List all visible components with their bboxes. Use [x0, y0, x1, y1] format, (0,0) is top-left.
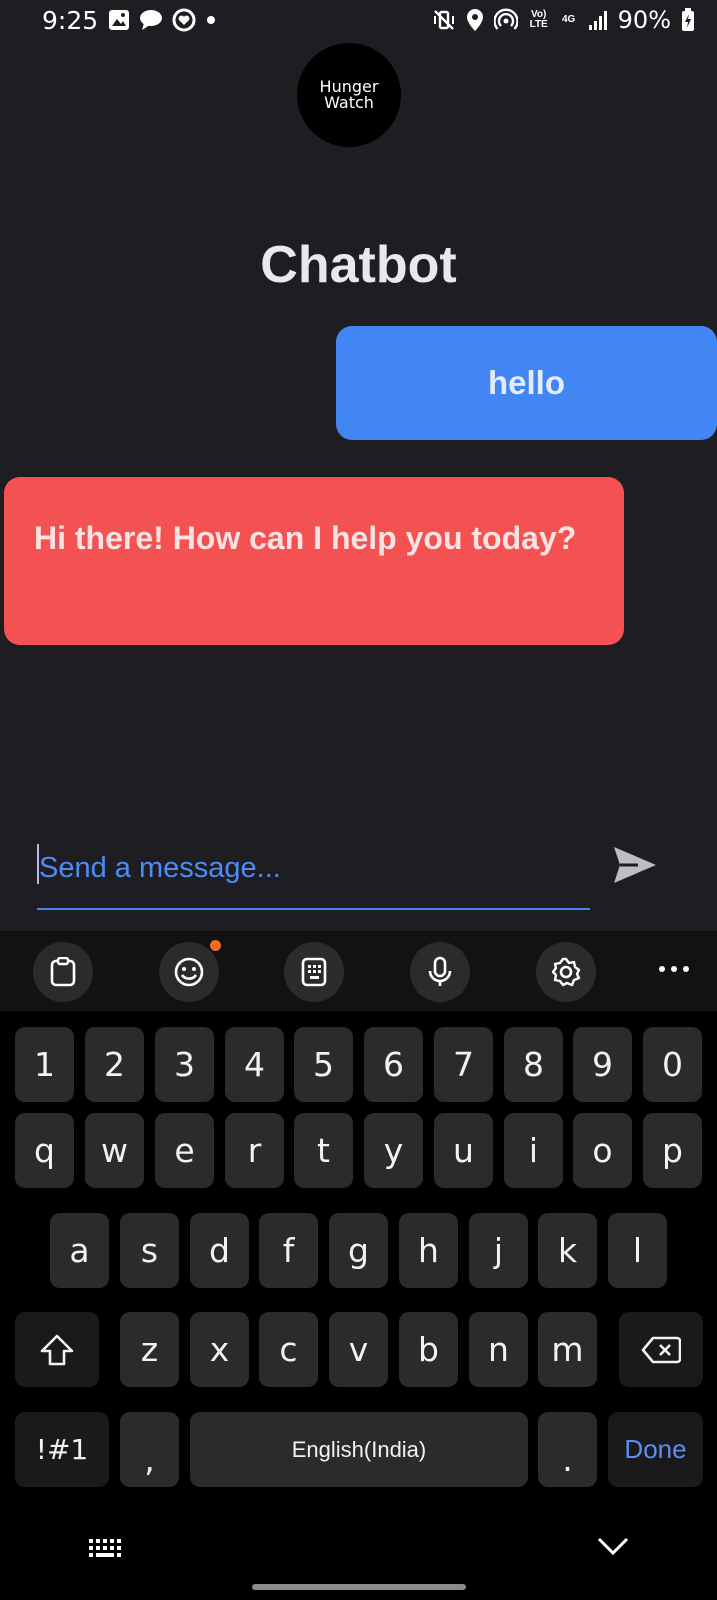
- symbols-key[interactable]: !#1: [15, 1412, 109, 1487]
- key-s[interactable]: s: [120, 1213, 179, 1288]
- key-i[interactable]: i: [504, 1113, 563, 1188]
- chat-bubble-icon: [140, 10, 162, 30]
- key-8[interactable]: 8: [504, 1027, 563, 1102]
- logo-line-2: Watch: [324, 93, 374, 112]
- message-input-container: [37, 838, 590, 910]
- key-k[interactable]: k: [538, 1213, 597, 1288]
- key-5[interactable]: 5: [294, 1027, 353, 1102]
- clipboard-icon[interactable]: [33, 942, 93, 1002]
- keypad-icon[interactable]: [284, 942, 344, 1002]
- key-p[interactable]: p: [643, 1113, 702, 1188]
- send-icon[interactable]: [612, 845, 658, 885]
- text-caret: [37, 844, 39, 884]
- signal-icon: [588, 11, 607, 30]
- message-input[interactable]: [37, 838, 590, 898]
- backspace-key[interactable]: [619, 1312, 703, 1387]
- key-r[interactable]: r: [225, 1113, 284, 1188]
- key-6[interactable]: 6: [364, 1027, 423, 1102]
- comma-key[interactable]: ,: [120, 1412, 179, 1487]
- microphone-icon[interactable]: [410, 942, 470, 1002]
- key-9[interactable]: 9: [573, 1027, 632, 1102]
- user-message-bubble: hello: [336, 326, 717, 440]
- key-t[interactable]: t: [294, 1113, 353, 1188]
- period-key[interactable]: .: [538, 1412, 597, 1487]
- key-7[interactable]: 7: [434, 1027, 493, 1102]
- battery-percent: 90%: [617, 6, 671, 34]
- heart-circle-icon: [172, 8, 196, 32]
- key-c[interactable]: c: [259, 1312, 318, 1387]
- key-a[interactable]: a: [50, 1213, 109, 1288]
- emoji-icon[interactable]: [159, 940, 221, 1002]
- key-z[interactable]: z: [120, 1312, 179, 1387]
- key-d[interactable]: d: [190, 1213, 249, 1288]
- chatbot-screen: 9:25 Vo) LTE 4G 90% Hunger Watch Chatbot…: [0, 0, 717, 1600]
- status-bar: 9:25 Vo) LTE 4G 90%: [0, 0, 717, 44]
- gallery-icon: [109, 10, 129, 30]
- notification-icons: [108, 8, 217, 32]
- notification-dot: [210, 940, 221, 951]
- key-o[interactable]: o: [573, 1113, 632, 1188]
- key-u[interactable]: u: [434, 1113, 493, 1188]
- more-icon[interactable]: [659, 959, 689, 979]
- volte-indicator: Vo) LTE: [529, 9, 548, 30]
- key-b[interactable]: b: [399, 1312, 458, 1387]
- key-l[interactable]: l: [608, 1213, 667, 1288]
- battery-charging-icon: [682, 8, 694, 31]
- hotspot-icon: [493, 8, 518, 30]
- key-h[interactable]: h: [399, 1213, 458, 1288]
- shift-icon: [40, 1334, 74, 1365]
- key-g[interactable]: g: [329, 1213, 388, 1288]
- status-indicators: Vo) LTE 4G 90%: [432, 6, 695, 34]
- key-m[interactable]: m: [538, 1312, 597, 1387]
- status-time: 9:25: [42, 6, 99, 35]
- space-key[interactable]: English(India): [190, 1412, 528, 1487]
- shift-key[interactable]: [15, 1312, 99, 1387]
- page-title: Chatbot: [260, 236, 457, 294]
- hungerwatch-logo: Hunger Watch: [297, 43, 401, 147]
- key-e[interactable]: e: [155, 1113, 214, 1188]
- key-w[interactable]: w: [85, 1113, 144, 1188]
- key-4[interactable]: 4: [225, 1027, 284, 1102]
- backspace-icon: [641, 1336, 681, 1363]
- bot-message-bubble: Hi there! How can I help you today?: [4, 477, 624, 645]
- key-n[interactable]: n: [469, 1312, 528, 1387]
- chevron-down-icon[interactable]: [596, 1535, 630, 1557]
- location-icon: [466, 9, 483, 31]
- key-y[interactable]: y: [364, 1113, 423, 1188]
- key-x[interactable]: x: [190, 1312, 249, 1387]
- settings-icon[interactable]: [536, 942, 596, 1002]
- key-3[interactable]: 3: [155, 1027, 214, 1102]
- dot-icon: [207, 16, 215, 24]
- key-2[interactable]: 2: [85, 1027, 144, 1102]
- home-indicator[interactable]: [252, 1584, 466, 1590]
- network-indicator: 4G: [561, 14, 576, 25]
- mute-vibrate-icon: [433, 10, 454, 30]
- done-key[interactable]: Done: [608, 1412, 703, 1487]
- key-j[interactable]: j: [469, 1213, 528, 1288]
- key-1[interactable]: 1: [15, 1027, 74, 1102]
- key-v[interactable]: v: [329, 1312, 388, 1387]
- keyboard-switch-icon[interactable]: [88, 1538, 124, 1560]
- key-0[interactable]: 0: [643, 1027, 702, 1102]
- key-f[interactable]: f: [259, 1213, 318, 1288]
- keyboard-toolbar: [0, 931, 717, 1011]
- key-q[interactable]: q: [15, 1113, 74, 1188]
